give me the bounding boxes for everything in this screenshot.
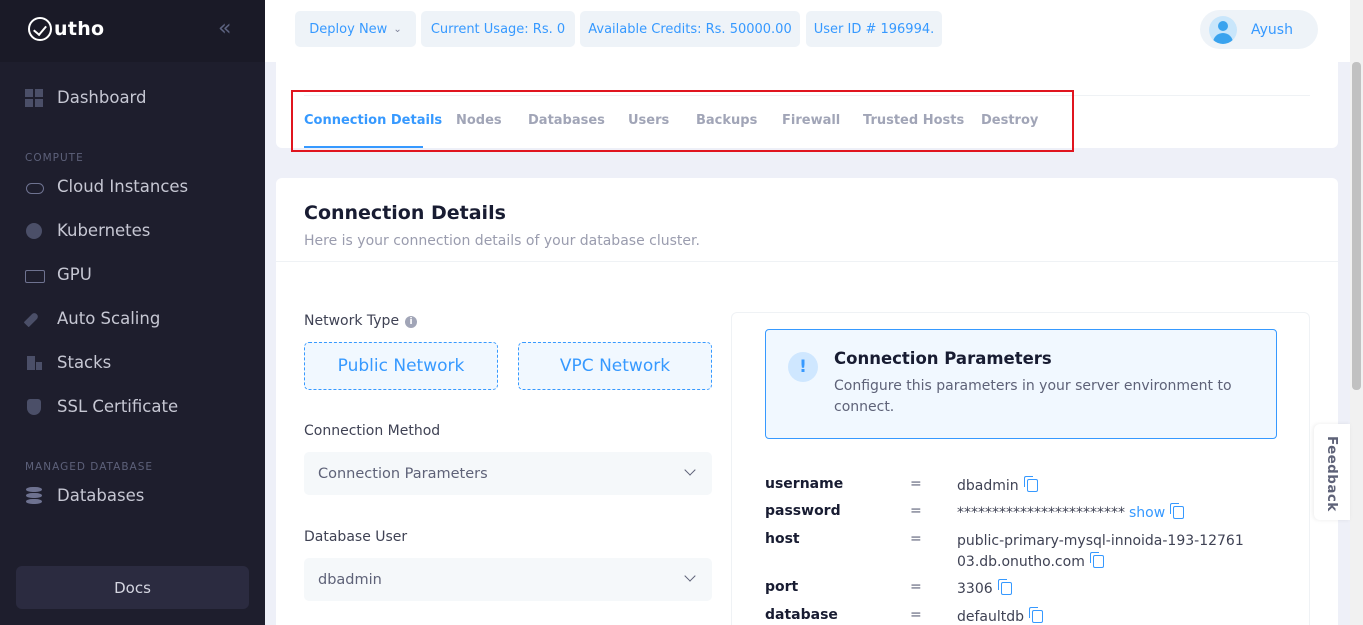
- param-equals: =: [910, 531, 922, 547]
- connection-method-value: Connection Parameters: [318, 465, 488, 482]
- sidebar-item-label: Auto Scaling: [57, 309, 161, 328]
- chevron-down-icon: ⌄: [393, 23, 402, 35]
- sidebar-item-label: Dashboard: [57, 88, 147, 107]
- tabs-highlight-box: [291, 90, 1074, 152]
- param-value: defaultdb: [957, 607, 1247, 625]
- page-title: Connection Details: [304, 202, 506, 224]
- param-key: database: [765, 607, 838, 623]
- connection-parameters-panel: ! Connection Parameters Configure this p…: [731, 312, 1310, 625]
- divider: [276, 261, 1338, 262]
- logo-check-icon: [28, 17, 52, 41]
- param-value: dbadmin: [957, 476, 1247, 497]
- sidebar-item-auto-scaling[interactable]: Auto Scaling: [25, 309, 160, 328]
- database-user-value: dbadmin: [318, 571, 382, 588]
- show-password-link[interactable]: show: [1129, 505, 1165, 521]
- param-equals: =: [910, 503, 922, 519]
- sidebar-item-label: Kubernetes: [57, 221, 151, 240]
- sidebar-item-ssl-certificate[interactable]: SSL Certificate: [25, 397, 178, 416]
- sidebar-item-label: Cloud Instances: [57, 177, 189, 196]
- copy-icon[interactable]: [1089, 552, 1104, 568]
- top-header: Deploy New ⌄ Current Usage: Rs. 0 Availa…: [265, 0, 1350, 62]
- param-equals: =: [910, 476, 922, 492]
- logo[interactable]: utho: [28, 17, 104, 41]
- param-value: 3306: [957, 579, 1247, 600]
- database-user-select[interactable]: dbadmin: [304, 558, 712, 601]
- logo-text: utho: [54, 18, 105, 40]
- copy-icon[interactable]: [1023, 476, 1038, 492]
- collapse-sidebar-icon[interactable]: «: [218, 18, 232, 40]
- available-credits-badge[interactable]: Available Credits: Rs. 50000.00: [580, 11, 800, 47]
- param-key: port: [765, 579, 799, 595]
- network-type-text: Network Type: [304, 313, 400, 329]
- param-value: ************************ show: [957, 503, 1247, 524]
- copy-icon[interactable]: [1170, 503, 1185, 519]
- current-usage-badge[interactable]: Current Usage: Rs. 0: [421, 11, 575, 47]
- notice-text: Configure this parameters in your server…: [834, 378, 1232, 415]
- param-key: password: [765, 503, 841, 519]
- database-user-label: Database User: [304, 529, 408, 545]
- page-scrollbar[interactable]: [1350, 0, 1363, 625]
- connection-method-label: Connection Method: [304, 423, 441, 439]
- sidebar-item-label: Databases: [57, 486, 145, 505]
- database-value: defaultdb: [957, 609, 1025, 625]
- param-key: host: [765, 531, 800, 547]
- info-icon[interactable]: i: [405, 316, 418, 328]
- sidebar-item-kubernetes[interactable]: Kubernetes: [25, 221, 150, 240]
- page-subtitle: Here is your connection details of your …: [304, 233, 700, 249]
- sidebar-item-gpu[interactable]: GPU: [25, 265, 92, 284]
- sidebar: utho « Dashboard COMPUTE Cloud Instances…: [0, 0, 265, 625]
- connection-details-card: Connection Details Here is your connecti…: [276, 178, 1338, 625]
- param-key: username: [765, 476, 844, 492]
- deploy-new-button[interactable]: Deploy New ⌄: [295, 11, 416, 47]
- param-equals: =: [910, 579, 922, 595]
- chevron-down-icon: [684, 570, 696, 582]
- chevron-down-icon: [684, 464, 696, 476]
- vpc-network-button[interactable]: VPC Network: [518, 342, 712, 390]
- param-equals: =: [910, 607, 922, 623]
- sidebar-item-stacks[interactable]: Stacks: [25, 353, 111, 372]
- param-value: public-primary-mysql-innoida-193-1276103…: [957, 531, 1247, 573]
- stacks-icon: [25, 354, 43, 372]
- feedback-label: Feedback: [1324, 436, 1340, 512]
- sidebar-item-databases[interactable]: Databases: [25, 486, 144, 505]
- user-name: Ayush: [1251, 21, 1293, 38]
- kubernetes-icon: [25, 222, 43, 240]
- exclamation-icon: !: [788, 352, 818, 382]
- password-value: ************************: [957, 505, 1125, 521]
- docs-button[interactable]: Docs: [16, 566, 249, 609]
- shield-icon: [25, 398, 43, 416]
- section-compute: COMPUTE: [25, 152, 84, 164]
- copy-icon[interactable]: [997, 579, 1012, 595]
- rocket-icon: [25, 310, 43, 328]
- sidebar-item-label: GPU: [57, 265, 92, 284]
- sidebar-item-label: SSL Certificate: [57, 397, 179, 416]
- avatar: [1209, 15, 1237, 44]
- section-managed-database: MANAGED DATABASE: [25, 461, 154, 473]
- sidebar-header: utho «: [0, 0, 265, 62]
- username-value: dbadmin: [957, 478, 1019, 494]
- user-id-badge[interactable]: User ID # 196994.: [806, 11, 942, 47]
- user-menu[interactable]: Ayush: [1200, 10, 1318, 49]
- port-value: 3306: [957, 581, 993, 597]
- sidebar-item-dashboard[interactable]: Dashboard: [25, 88, 147, 107]
- public-network-button[interactable]: Public Network: [304, 342, 498, 390]
- sidebar-item-label: Stacks: [57, 353, 112, 372]
- connection-method-select[interactable]: Connection Parameters: [304, 452, 712, 495]
- dashboard-icon: [25, 88, 43, 107]
- notice-title: Connection Parameters: [834, 349, 1052, 368]
- connection-parameters-notice: ! Connection Parameters Configure this p…: [765, 329, 1277, 439]
- sidebar-item-cloud-instances[interactable]: Cloud Instances: [25, 177, 188, 196]
- copy-icon[interactable]: [1029, 607, 1044, 623]
- scrollbar-thumb[interactable]: [1352, 62, 1361, 390]
- network-type-label: Network Type i: [304, 313, 418, 329]
- gpu-icon: [25, 266, 45, 284]
- feedback-tab[interactable]: Feedback: [1314, 424, 1350, 520]
- deploy-new-label: Deploy New: [309, 21, 388, 37]
- cloud-icon: [25, 178, 44, 196]
- database-icon: [25, 486, 43, 505]
